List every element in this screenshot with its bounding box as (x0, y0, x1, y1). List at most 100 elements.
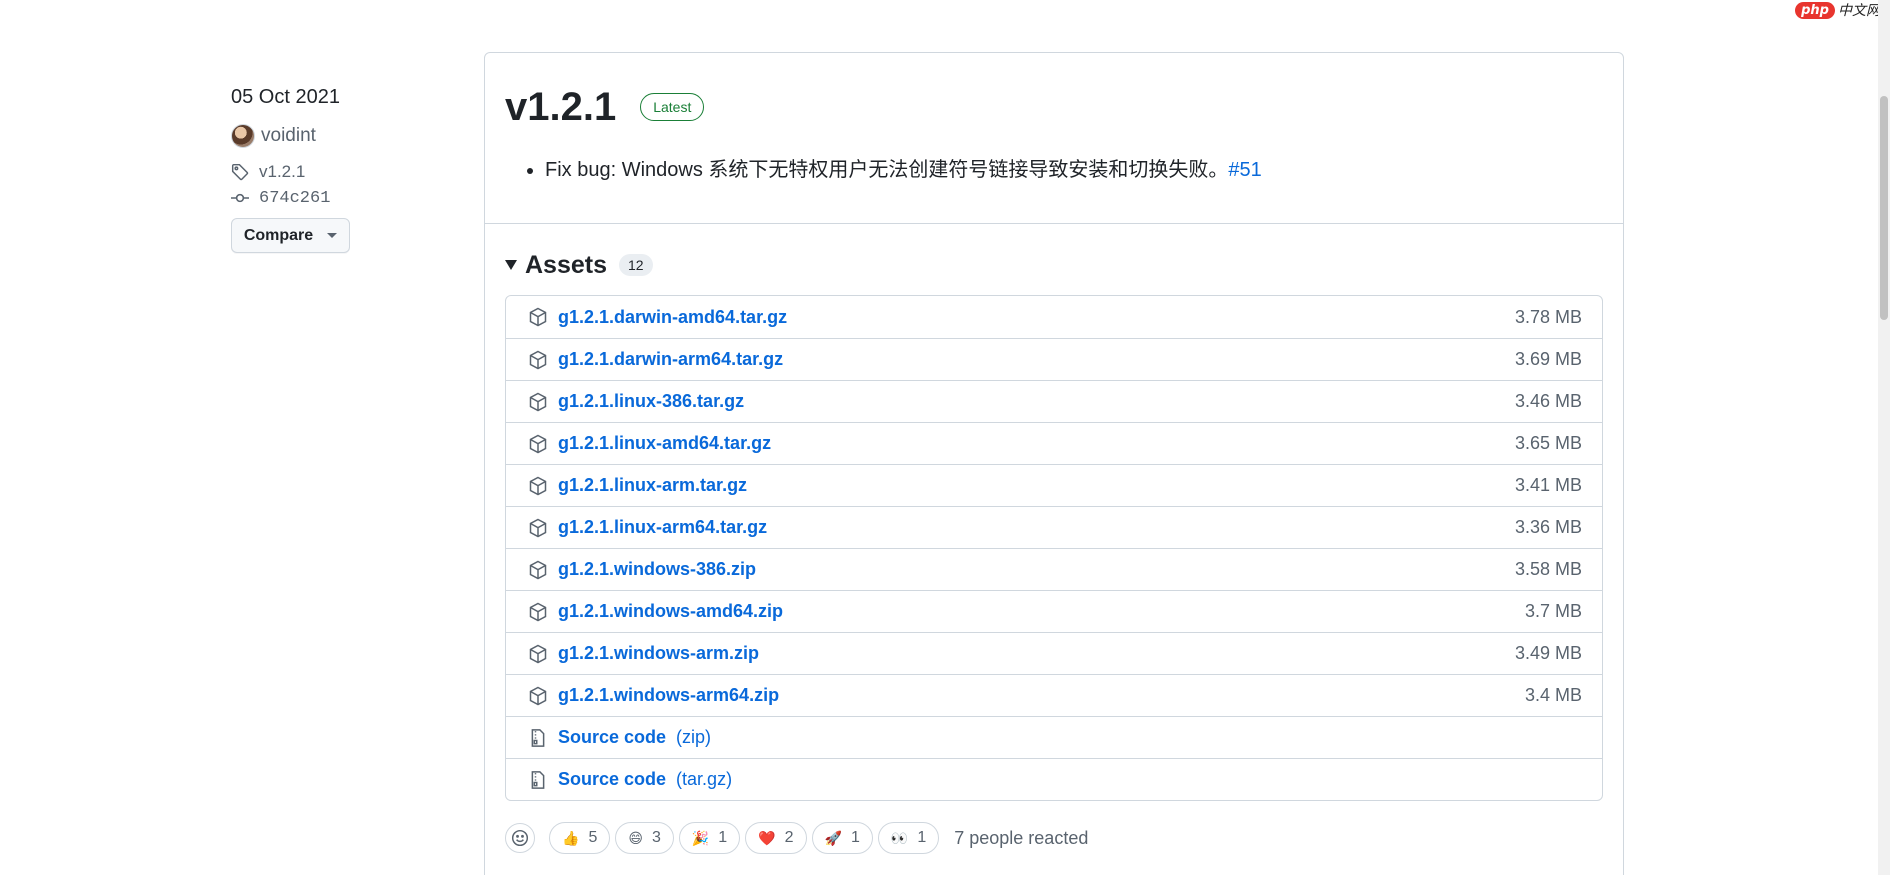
asset-link[interactable]: g1.2.1.linux-arm64.tar.gz (558, 517, 767, 538)
source-row[interactable]: Source code (tar.gz) (506, 758, 1602, 800)
compare-button[interactable]: Compare (231, 218, 350, 253)
asset-size: 3.4 MB (1524, 685, 1582, 705)
asset-link[interactable]: g1.2.1.windows-arm.zip (558, 643, 759, 664)
watermark-logo: php (1795, 1, 1835, 19)
asset-link[interactable]: g1.2.1.linux-amd64.tar.gz (558, 433, 771, 454)
asset-row[interactable]: g1.2.1.linux-arm.tar.gz 3.41 MB (506, 464, 1602, 506)
eyes-icon: 👀 (890, 829, 909, 846)
asset-link[interactable]: g1.2.1.linux-arm.tar.gz (558, 475, 747, 496)
asset-link[interactable]: g1.2.1.windows-386.zip (558, 559, 756, 580)
asset-row[interactable]: g1.2.1.windows-amd64.zip 3.7 MB (506, 590, 1602, 632)
author-name[interactable]: voidint (261, 125, 316, 147)
chevron-down-icon (327, 233, 338, 238)
add-reaction-button[interactable] (505, 823, 535, 853)
asset-link[interactable]: g1.2.1.darwin-amd64.tar.gz (558, 307, 787, 328)
commit-sha[interactable]: 674c261 (259, 189, 330, 208)
source-row[interactable]: Source code (zip) (506, 716, 1602, 758)
issue-link[interactable]: #51 (1228, 159, 1261, 181)
reaction-count: 5 (588, 829, 598, 846)
asset-row[interactable]: g1.2.1.windows-386.zip 3.58 MB (506, 548, 1602, 590)
asset-size: 3.78 MB (1514, 306, 1582, 327)
asset-link[interactable]: g1.2.1.windows-amd64.zip (558, 601, 783, 622)
asset-link[interactable]: g1.2.1.linux-386.tar.gz (558, 391, 744, 412)
source-code-targz-link[interactable]: Source code (558, 769, 666, 790)
asset-size: 3.7 MB (1524, 601, 1582, 621)
smiley-icon (511, 829, 529, 847)
package-icon (529, 476, 547, 495)
asset-size: 3.36 MB (1514, 517, 1582, 537)
file-zip-icon (531, 770, 545, 789)
package-icon (529, 602, 547, 621)
author-avatar[interactable] (231, 124, 255, 148)
thumbs-up-icon: 👍 (562, 829, 580, 846)
asset-size: 3.69 MB (1514, 349, 1582, 369)
asset-row[interactable]: g1.2.1.darwin-arm64.tar.gz 3.69 MB (506, 338, 1602, 380)
compare-label: Compare (243, 226, 314, 244)
source-format[interactable]: (zip) (676, 727, 711, 748)
tag-name[interactable]: v1.2.1 (259, 162, 305, 182)
laugh-icon: 😄 (628, 829, 643, 846)
hooray-icon: 🎉 (691, 829, 710, 846)
reaction-count: 3 (651, 829, 661, 846)
file-zip-icon (531, 728, 545, 747)
page-scrollbar[interactable] (1878, 0, 1890, 875)
asset-list: g1.2.1.darwin-amd64.tar.gz 3.78 MB g1.2.… (505, 295, 1603, 801)
release-title[interactable]: v1.2.1 (505, 83, 616, 131)
reaction-hooray[interactable]: 🎉 1 (678, 822, 741, 854)
package-icon (529, 560, 547, 579)
release-note-item: Fix bug: Windows 系统下无特权用户无法创建符号链接导致安装和切换… (545, 153, 1603, 182)
assets-count-badge: 12 (619, 254, 653, 276)
package-icon (529, 686, 547, 705)
package-icon (529, 392, 547, 411)
reaction-count: 2 (784, 829, 794, 846)
source-code-zip-link[interactable]: Source code (558, 727, 666, 748)
commit-icon (231, 193, 249, 203)
site-watermark: php 中文网 (1795, 0, 1880, 20)
asset-link[interactable]: g1.2.1.windows-arm64.zip (558, 685, 779, 706)
reaction-count: 1 (718, 829, 728, 846)
reaction-rocket[interactable]: 🚀 1 (811, 822, 873, 854)
package-icon (529, 350, 547, 369)
reaction-count: 1 (850, 829, 860, 846)
asset-row[interactable]: g1.2.1.linux-amd64.tar.gz 3.65 MB (506, 422, 1602, 464)
assets-title[interactable]: Assets (525, 251, 607, 280)
asset-size: 3.58 MB (1514, 559, 1582, 579)
reaction-laugh[interactable]: 😄 3 (615, 822, 674, 854)
source-format[interactable]: (tar.gz) (676, 769, 732, 790)
asset-size: 3.46 MB (1514, 391, 1582, 411)
reactions-bar: 👍 5 😄 3 🎉 1 ❤️ 2 🚀 1 👀 1 7 people reacte… (505, 821, 1603, 855)
reactions-summary: 7 people reacted (954, 827, 1089, 848)
release-note-text: Fix bug: Windows 系统下无特权用户无法创建符号链接导致安装和切换… (545, 159, 1229, 181)
asset-size: 3.65 MB (1514, 433, 1582, 453)
scrollbar-thumb[interactable] (1880, 96, 1888, 320)
asset-size: 3.49 MB (1514, 643, 1582, 663)
release-notes: Fix bug: Windows 系统下无特权用户无法创建符号链接导致安装和切换… (505, 153, 1603, 182)
reaction-heart[interactable]: ❤️ 2 (745, 822, 807, 854)
release-author[interactable]: voidint (231, 123, 461, 149)
asset-row[interactable]: g1.2.1.linux-arm64.tar.gz 3.36 MB (506, 506, 1602, 548)
tag-icon (231, 163, 249, 181)
reaction-thumbs-up[interactable]: 👍 5 (549, 822, 611, 854)
reaction-count: 1 (917, 829, 927, 846)
release-date: 05 Oct 2021 (231, 86, 340, 108)
release-header: v1.2.1 Latest Fix bug: Windows 系统下无特权用户无… (485, 53, 1623, 224)
asset-size: 3.41 MB (1514, 475, 1582, 495)
asset-link[interactable]: g1.2.1.darwin-arm64.tar.gz (558, 349, 783, 370)
package-icon (529, 307, 547, 327)
reaction-eyes[interactable]: 👀 1 (877, 822, 940, 854)
asset-row[interactable]: g1.2.1.darwin-amd64.tar.gz 3.78 MB (506, 296, 1602, 338)
heart-icon: ❤️ (758, 829, 776, 846)
package-icon (529, 644, 547, 663)
rocket-icon: 🚀 (824, 829, 842, 846)
watermark-text: 中文网 (1838, 3, 1880, 19)
package-icon (529, 434, 547, 453)
assets-toggle[interactable]: Assets 12 (505, 250, 1603, 280)
latest-badge: Latest (640, 93, 705, 121)
release-commit[interactable]: 674c261 (231, 186, 461, 210)
release-tag[interactable]: v1.2.1 (231, 160, 461, 184)
assets-section: Assets 12 g1.2.1.darwin-amd64.tar.gz 3.7… (485, 224, 1623, 855)
release-meta: 05 Oct 2021 voidint v1.2.1 674c261 Compa… (231, 86, 461, 253)
asset-row[interactable]: g1.2.1.linux-386.tar.gz 3.46 MB (506, 380, 1602, 422)
asset-row[interactable]: g1.2.1.windows-arm.zip 3.49 MB (506, 632, 1602, 674)
asset-row[interactable]: g1.2.1.windows-arm64.zip 3.4 MB (506, 674, 1602, 716)
